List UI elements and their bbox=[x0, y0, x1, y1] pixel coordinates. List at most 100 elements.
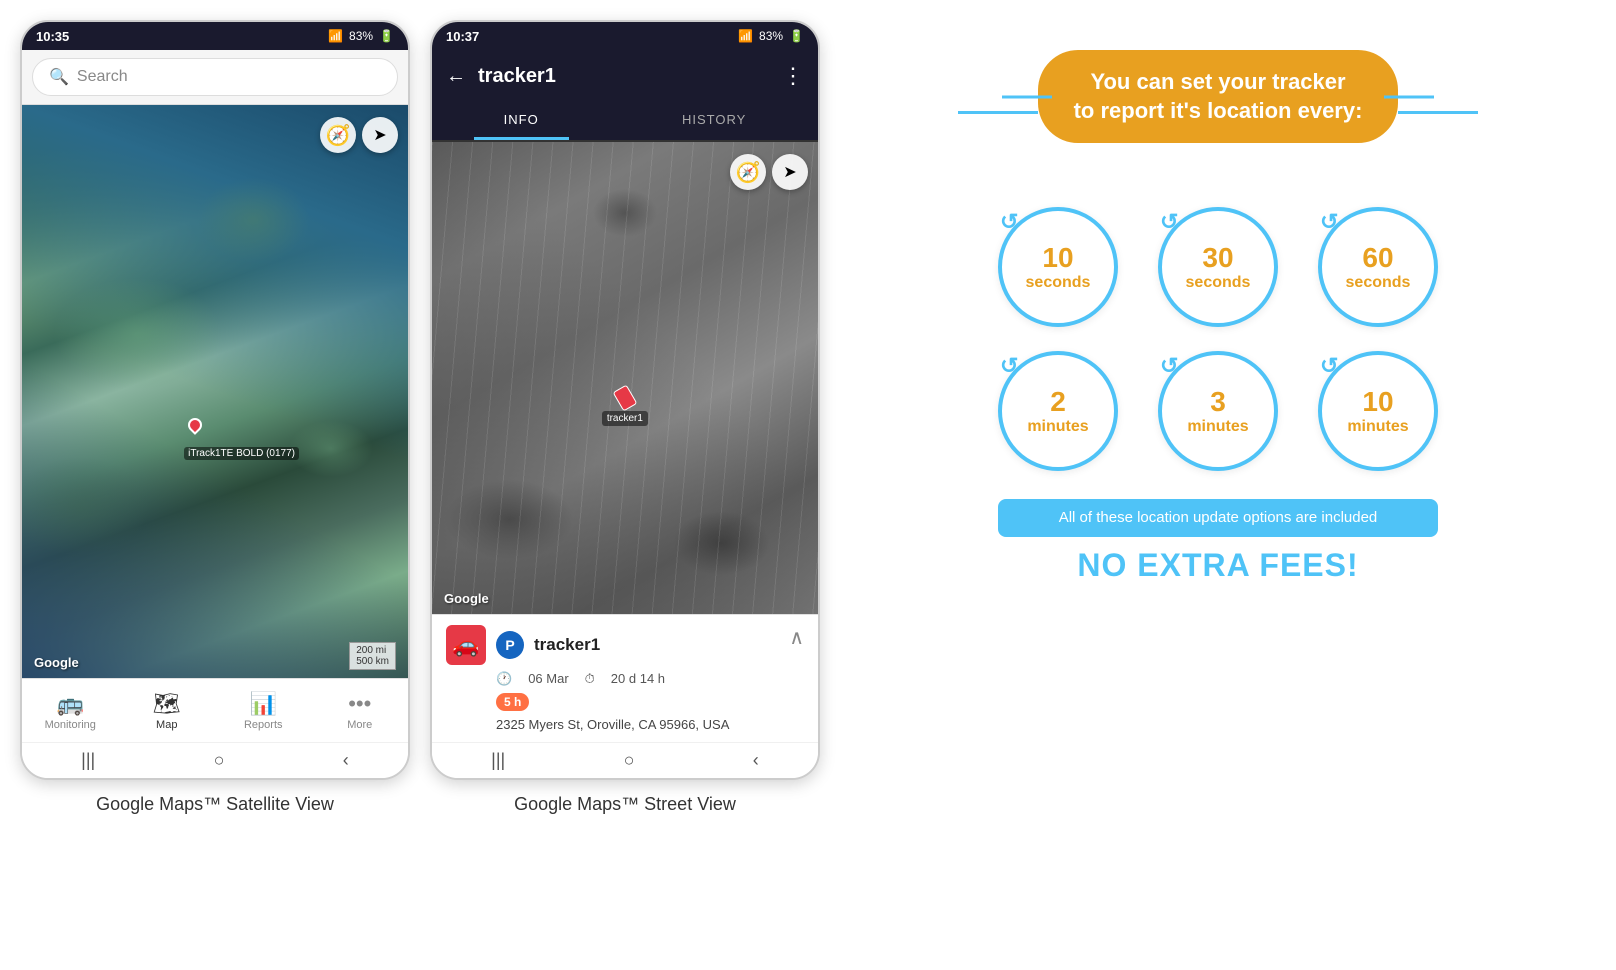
battery-text: 83% bbox=[349, 29, 373, 43]
aerial-car-marker bbox=[613, 385, 638, 412]
search-icon: 🔍 bbox=[49, 67, 69, 87]
bottom-nav: 🚌 Monitoring 🗺 Map 📊 Reports ••• More bbox=[22, 678, 408, 742]
circle-10s-unit: seconds bbox=[1026, 274, 1091, 292]
aerial-tracker-label: tracker1 bbox=[602, 411, 648, 426]
locate-button[interactable]: ➤ bbox=[362, 117, 398, 153]
circle-60s-unit: seconds bbox=[1346, 274, 1411, 292]
info-meta: 🕐 06 Mar ⏱ 20 d 14 h bbox=[446, 671, 804, 687]
circle-2m-unit: minutes bbox=[1027, 418, 1088, 436]
tab-history[interactable]: HISTORY bbox=[652, 102, 776, 140]
info-clock-icon: 🕐 bbox=[496, 671, 512, 687]
p2-sys-recent[interactable]: ‹ bbox=[753, 750, 759, 771]
satellite-map[interactable]: 🧭 ➤ iTrack1TE BOLD (0177) Google 200 mi5… bbox=[22, 105, 408, 678]
sys-back[interactable]: ||| bbox=[81, 750, 95, 771]
tracker-marker bbox=[185, 415, 205, 435]
search-placeholder: Search bbox=[77, 68, 128, 86]
aerial-locate-button[interactable]: ➤ bbox=[772, 154, 808, 190]
p2-sys-home[interactable]: ○ bbox=[624, 750, 635, 771]
nav-monitoring[interactable]: 🚌 Monitoring bbox=[35, 691, 105, 731]
info-time-badge: 5 h bbox=[496, 693, 529, 711]
phone2-system-nav: ||| ○ ‹ bbox=[432, 742, 818, 778]
nav-map[interactable]: 🗺 Map bbox=[132, 691, 202, 731]
info-panel: 🚗 P tracker1 ∧ 🕐 06 Mar ⏱ 20 d 14 h 5 h … bbox=[432, 614, 818, 742]
info-duration: 20 d 14 h bbox=[611, 671, 665, 687]
headline-line1: You can set your tracker bbox=[1090, 69, 1345, 94]
info-p-badge: P bbox=[496, 631, 524, 659]
p2-sys-back[interactable]: ||| bbox=[491, 750, 505, 771]
circles-grid: ↺ 10 seconds ↺ 30 seconds ↺ 60 seconds ↺… bbox=[998, 207, 1438, 471]
arrow-icon-1: ↺ bbox=[1000, 209, 1018, 235]
search-bar: 🔍 Search bbox=[22, 50, 408, 105]
right-line bbox=[1398, 111, 1478, 114]
arrow-icon-3: ↺ bbox=[1320, 209, 1338, 235]
nav-reports[interactable]: 📊 Reports bbox=[228, 691, 298, 731]
sys-home[interactable]: ○ bbox=[214, 750, 225, 771]
circle-10s-number: 10 bbox=[1042, 242, 1073, 274]
phone2-header: ← tracker1 ⋮ bbox=[432, 50, 818, 102]
info-timer-icon: ⏱ bbox=[585, 671, 595, 687]
tracker-title: tracker1 bbox=[478, 65, 770, 88]
phone2-tabs: INFO HISTORY bbox=[432, 102, 818, 142]
tracker-label: iTrack1TE BOLD (0177) bbox=[184, 447, 299, 460]
tab-info[interactable]: INFO bbox=[474, 102, 569, 140]
phone2-status-right: 📶 83% 🔋 bbox=[738, 29, 804, 43]
circle-3m: ↺ 3 minutes bbox=[1158, 351, 1278, 471]
phone1-time: 10:35 bbox=[36, 29, 69, 44]
menu-button[interactable]: ⋮ bbox=[782, 63, 804, 89]
phone2-wrapper: 10:37 📶 83% 🔋 ← tracker1 ⋮ INFO HISTORY … bbox=[430, 20, 820, 815]
tab-history-label: HISTORY bbox=[682, 112, 746, 127]
circle-10m: ↺ 10 minutes bbox=[1318, 351, 1438, 471]
left-line bbox=[958, 111, 1038, 114]
signal-icon: 📶 bbox=[328, 29, 343, 43]
nav-map-label: Map bbox=[156, 719, 177, 731]
info-car-icon: 🚗 bbox=[446, 625, 486, 665]
headline-line: You can set your tracker to report it's … bbox=[958, 50, 1478, 175]
info-top-row: 🚗 P tracker1 ∧ bbox=[446, 625, 804, 665]
sys-recent[interactable]: ‹ bbox=[343, 750, 349, 771]
nav-monitoring-label: Monitoring bbox=[45, 719, 96, 731]
nav-more-label: More bbox=[347, 719, 372, 731]
phone1-wrapper: 10:35 📶 83% 🔋 🔍 Search 🧭 ➤ iTrack1TE BOL… bbox=[20, 20, 410, 815]
expand-icon[interactable]: ∧ bbox=[789, 625, 804, 650]
map-icon: 🗺 bbox=[153, 691, 181, 717]
phone2-frame: 10:37 📶 83% 🔋 ← tracker1 ⋮ INFO HISTORY … bbox=[430, 20, 820, 780]
arrow-icon-6: ↺ bbox=[1320, 353, 1338, 379]
no-fees-banner-text: All of these location update options are… bbox=[1059, 509, 1378, 526]
arrow-icon-5: ↺ bbox=[1160, 353, 1178, 379]
monitoring-icon: 🚌 bbox=[57, 691, 84, 717]
p2-signal-icon: 📶 bbox=[738, 29, 753, 43]
nav-reports-label: Reports bbox=[244, 719, 283, 731]
p2-battery-icon: 🔋 bbox=[789, 29, 804, 43]
phone2-status-bar: 10:37 📶 83% 🔋 bbox=[432, 22, 818, 50]
tracker-panel: You can set your tracker to report it's … bbox=[840, 20, 1596, 614]
map-scale: 200 mi500 km bbox=[349, 642, 396, 670]
phone1-frame: 10:35 📶 83% 🔋 🔍 Search 🧭 ➤ iTrack1TE BOL… bbox=[20, 20, 410, 780]
tab-info-label: INFO bbox=[504, 112, 539, 127]
aerial-map[interactable]: 🧭 ➤ tracker1 Google bbox=[432, 142, 818, 614]
no-fees-banner: All of these location update options are… bbox=[998, 499, 1438, 537]
nav-more[interactable]: ••• More bbox=[325, 691, 395, 731]
circle-2m-number: 2 bbox=[1050, 386, 1066, 418]
search-input[interactable]: 🔍 Search bbox=[32, 58, 398, 96]
back-button[interactable]: ← bbox=[446, 65, 466, 88]
system-nav: ||| ○ ‹ bbox=[22, 742, 408, 778]
no-fees-label: NO EXTRA FEES! bbox=[1077, 547, 1358, 584]
circle-30s-number: 30 bbox=[1202, 242, 1233, 274]
compass-button[interactable]: 🧭 bbox=[320, 117, 356, 153]
circle-30s-unit: seconds bbox=[1186, 274, 1251, 292]
circle-10m-number: 10 bbox=[1362, 386, 1393, 418]
phone1-status-right: 📶 83% 🔋 bbox=[328, 29, 394, 43]
headline-text: You can set your tracker to report it's … bbox=[1074, 68, 1363, 125]
phone1-status-bar: 10:35 📶 83% 🔋 bbox=[22, 22, 408, 50]
more-icon: ••• bbox=[348, 691, 371, 717]
p2-battery-text: 83% bbox=[759, 29, 783, 43]
aerial-compass-button[interactable]: 🧭 bbox=[730, 154, 766, 190]
phone2-time: 10:37 bbox=[446, 29, 479, 44]
circle-60s-number: 60 bbox=[1362, 242, 1393, 274]
arrow-icon-4: ↺ bbox=[1000, 353, 1018, 379]
circle-10m-unit: minutes bbox=[1347, 418, 1408, 436]
phone2-caption: Google Maps™ Street View bbox=[514, 794, 736, 815]
scale-text: 200 mi500 km bbox=[356, 645, 389, 667]
headline-box: You can set your tracker to report it's … bbox=[1038, 50, 1399, 143]
battery-icon: 🔋 bbox=[379, 29, 394, 43]
